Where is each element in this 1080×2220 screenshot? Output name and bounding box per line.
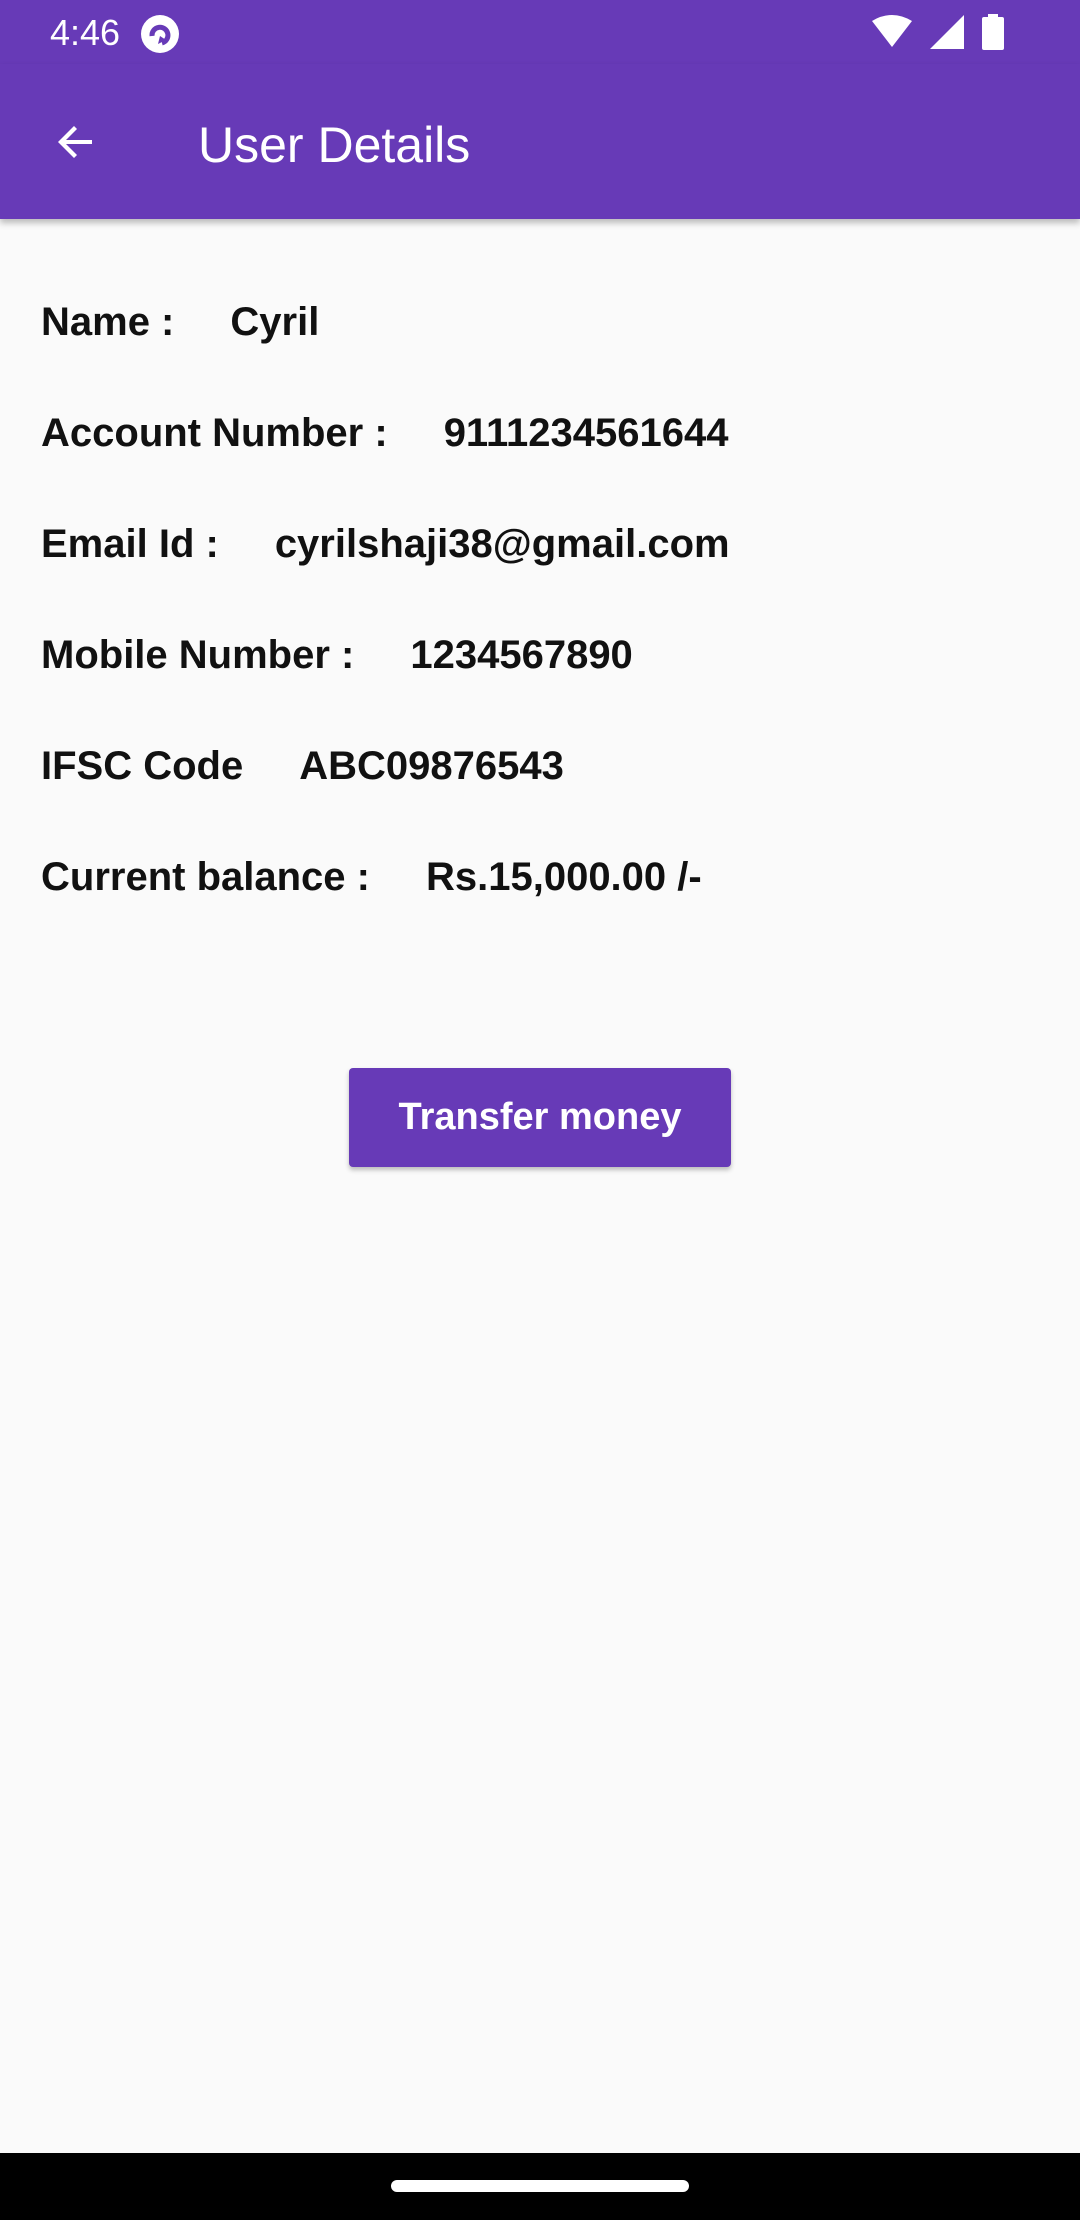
status-time: 4:46 [50, 12, 121, 53]
mobile-row: Mobile Number : 1234567890 [41, 633, 1041, 744]
page-title: User Details [198, 117, 471, 173]
navigation-bar [0, 2153, 1080, 2220]
name-value: Cyril [230, 300, 320, 344]
wifi-icon [872, 15, 912, 54]
balance-value: Rs.15,000.00 /- [425, 855, 702, 899]
status-bar: 4:46 [0, 0, 1080, 64]
email-row: Email Id : cyrilshaji38@gmail.com [41, 522, 1041, 633]
mobile-value: 1234567890 [410, 633, 633, 677]
app-bar: User Details [0, 64, 1080, 219]
mobile-label: Mobile Number : [41, 633, 355, 677]
arrow-back-icon [52, 118, 100, 171]
transfer-money-button[interactable]: Transfer money [349, 1068, 731, 1167]
home-gesture-handle[interactable] [391, 2180, 689, 2192]
name-row: Name : Cyril [41, 300, 1041, 411]
name-label: Name : [41, 300, 175, 344]
app-notification-icon [140, 14, 180, 54]
account-number-label: Account Number : [41, 411, 388, 455]
cellular-icon [930, 15, 964, 54]
email-value: cyrilshaji38@gmail.com [274, 522, 730, 566]
ifsc-label: IFSC Code [41, 744, 244, 788]
balance-label: Current balance : [41, 855, 370, 899]
ifsc-row: IFSC Code ABC09876543 [41, 744, 1041, 855]
balance-row: Current balance : Rs.15,000.00 /- [41, 855, 1041, 966]
account-number-row: Account Number : 9111234561644 [41, 411, 1041, 522]
account-number-value: 9111234561644 [443, 411, 729, 455]
user-details: Name : Cyril Account Number : 9111234561… [41, 300, 1041, 966]
ifsc-value: ABC09876543 [299, 744, 564, 788]
battery-icon [982, 14, 1004, 55]
email-label: Email Id : [41, 522, 219, 566]
back-button[interactable] [40, 108, 112, 180]
